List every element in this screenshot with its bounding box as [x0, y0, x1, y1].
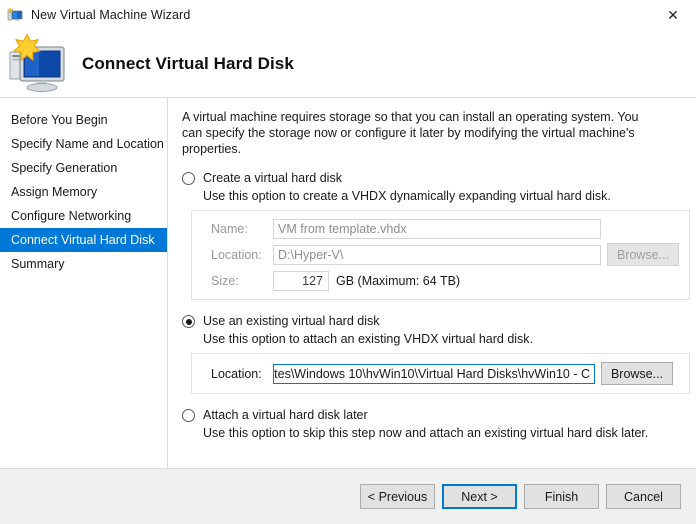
size-field-row: Size: 127 GB (Maximum: 64 TB) — [202, 270, 679, 291]
option-later-description: Use this option to skip this step now an… — [203, 426, 649, 440]
wizard-header: Connect Virtual Hard Disk — [0, 30, 696, 98]
option-create-label: Create a virtual hard disk — [203, 171, 342, 185]
sidebar-item-configure-networking[interactable]: Configure Networking — [0, 204, 167, 228]
sidebar-item-specify-generation[interactable]: Specify Generation — [0, 156, 167, 180]
existing-location-input[interactable]: E:\Templates\Windows 10\hvWin10\Virtual … — [273, 363, 595, 384]
sidebar-item-connect-virtual-hard-disk[interactable]: Connect Virtual Hard Disk — [0, 228, 167, 252]
option-create-virtual-hard-disk[interactable]: Create a virtual hard disk — [182, 170, 696, 186]
intro-text: A virtual machine requires storage so th… — [182, 110, 639, 156]
option-existing-description: Use this option to attach an existing VH… — [203, 332, 534, 346]
wizard-content: A virtual machine requires storage so th… — [168, 98, 696, 468]
size-input[interactable]: 127 — [273, 270, 329, 291]
wizard-body: Before You Begin Specify Name and Locati… — [0, 98, 696, 468]
previous-button[interactable]: < Previous — [360, 484, 435, 509]
option-attach-later[interactable]: Attach a virtual hard disk later — [182, 407, 696, 423]
new-virtual-machine-icon — [8, 33, 72, 94]
name-label: Name: — [211, 221, 248, 236]
radio-create-virtual-hard-disk[interactable] — [182, 172, 195, 185]
existing-location-field-row: Location: E:\Templates\Windows 10\hvWin1… — [202, 362, 679, 385]
sidebar-item-specify-name-and-location[interactable]: Specify Name and Location — [0, 132, 167, 156]
browse-button-existing[interactable]: Browse... — [601, 362, 673, 385]
window-titlebar: New Virtual Machine Wizard ✕ — [0, 0, 696, 30]
option-create-description: Use this option to create a VHDX dynamic… — [203, 189, 611, 203]
next-button[interactable]: Next > — [442, 484, 517, 509]
option-use-existing-virtual-hard-disk[interactable]: Use an existing virtual hard disk — [182, 313, 696, 329]
wizard-footer: < Previous Next > Finish Cancel — [0, 468, 696, 524]
page-title: Connect Virtual Hard Disk — [82, 53, 294, 73]
size-suffix-label: GB (Maximum: 64 TB) — [336, 273, 461, 288]
finish-button[interactable]: Finish — [524, 484, 599, 509]
browse-button-create[interactable]: Browse... — [607, 243, 679, 266]
sidebar-item-assign-memory[interactable]: Assign Memory — [0, 180, 167, 204]
size-label: Size: — [211, 273, 239, 288]
close-icon[interactable]: ✕ — [650, 0, 696, 30]
sidebar-item-before-you-begin[interactable]: Before You Begin — [0, 108, 167, 132]
window-title: New Virtual Machine Wizard — [31, 8, 191, 22]
radio-use-existing-virtual-hard-disk[interactable] — [182, 315, 195, 328]
location-input[interactable]: D:\Hyper-V\ — [273, 244, 601, 265]
virtual-machine-icon — [7, 7, 23, 23]
sidebar-item-summary[interactable]: Summary — [0, 252, 167, 276]
existing-disk-fields-group: Location: E:\Templates\Windows 10\hvWin1… — [191, 353, 690, 394]
option-later-label: Attach a virtual hard disk later — [203, 408, 368, 422]
existing-location-label: Location: — [211, 366, 262, 381]
wizard-step-list: Before You Begin Specify Name and Locati… — [0, 98, 168, 468]
location-label: Location: — [211, 247, 262, 262]
radio-attach-later[interactable] — [182, 409, 195, 422]
name-input[interactable]: VM from template.vhdx — [273, 218, 601, 239]
location-field-row: Location: D:\Hyper-V\ Browse... — [202, 243, 679, 266]
cancel-button[interactable]: Cancel — [606, 484, 681, 509]
option-existing-label: Use an existing virtual hard disk — [203, 314, 380, 328]
name-field-row: Name: VM from template.vhdx — [202, 218, 679, 239]
create-disk-fields-group: Name: VM from template.vhdx Location: D:… — [191, 210, 690, 300]
